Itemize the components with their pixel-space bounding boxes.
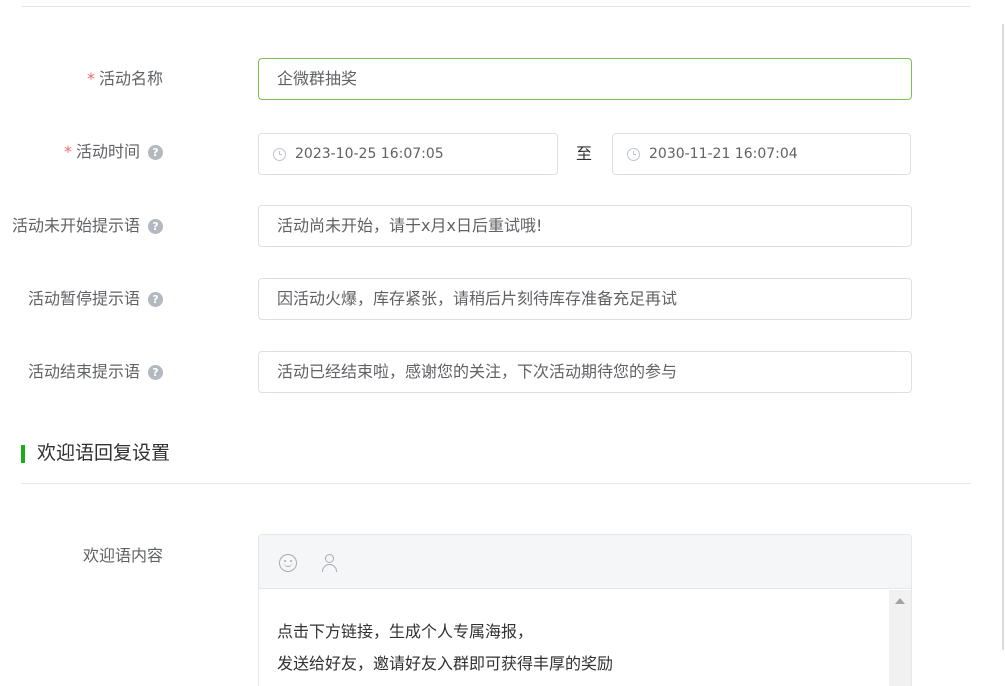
- clock-icon: [627, 148, 640, 161]
- emoji-icon[interactable]: [279, 554, 297, 572]
- editor-toolbar: [259, 535, 911, 589]
- start-time-picker[interactable]: 2023-10-25 16:07:05: [258, 133, 558, 175]
- end-time-value: 2030-11-21 16:07:04: [649, 146, 798, 162]
- question-icon[interactable]: ?: [148, 292, 163, 307]
- welcome-content-label: 欢迎语内容: [82, 546, 163, 565]
- activity-name-input[interactable]: 企微群抽奖: [258, 58, 912, 100]
- welcome-message-editor[interactable]: 点击下方链接，生成个人专属海报， 发送给好友，邀请好友入群即可获得丰厚的奖励: [258, 534, 912, 686]
- clock-icon: [273, 148, 286, 161]
- top-divider: [21, 6, 971, 7]
- scroll-up-arrow-icon[interactable]: [895, 598, 905, 604]
- activity-time-label: * 活动时间?: [64, 131, 163, 173]
- editor-content[interactable]: 点击下方链接，生成个人专属海报， 发送给好友，邀请好友入群即可获得丰厚的奖励: [259, 590, 889, 686]
- welcome-line: 发送给好友，邀请好友入群即可获得丰厚的奖励: [277, 654, 614, 673]
- section-divider: [21, 483, 971, 484]
- welcome-line: 点击下方链接，生成个人专属海报，: [277, 622, 534, 641]
- activity-name-label: * 活动名称: [86, 69, 163, 88]
- paused-message-label: 活动暂停提示语?: [28, 278, 163, 320]
- question-icon[interactable]: ?: [148, 145, 163, 160]
- start-time-value: 2023-10-25 16:07:05: [295, 146, 444, 162]
- end-time-picker[interactable]: 2030-11-21 16:07:04: [612, 133, 911, 175]
- question-icon[interactable]: ?: [148, 365, 163, 380]
- ended-message-input[interactable]: 活动已经结束啦，感谢您的关注，下次活动期待您的参与: [258, 351, 912, 393]
- not-started-message-input[interactable]: 活动尚未开始，请于x月x日后重试哦!: [258, 205, 912, 247]
- ended-message-label: 活动结束提示语?: [28, 351, 163, 393]
- welcome-section-title: 欢迎语回复设置: [21, 439, 170, 467]
- not-started-message-label: 活动未开始提示语?: [12, 205, 163, 247]
- question-icon[interactable]: ?: [148, 219, 163, 234]
- paused-message-input[interactable]: 因活动火爆，库存紧张，请稍后片刻待库存准备充足再试: [258, 278, 912, 320]
- editor-scrollbar[interactable]: [889, 590, 911, 686]
- insert-nickname-icon[interactable]: [321, 554, 339, 572]
- page-scrollbar[interactable]: [1002, 24, 1004, 650]
- time-range-separator: 至: [576, 144, 593, 163]
